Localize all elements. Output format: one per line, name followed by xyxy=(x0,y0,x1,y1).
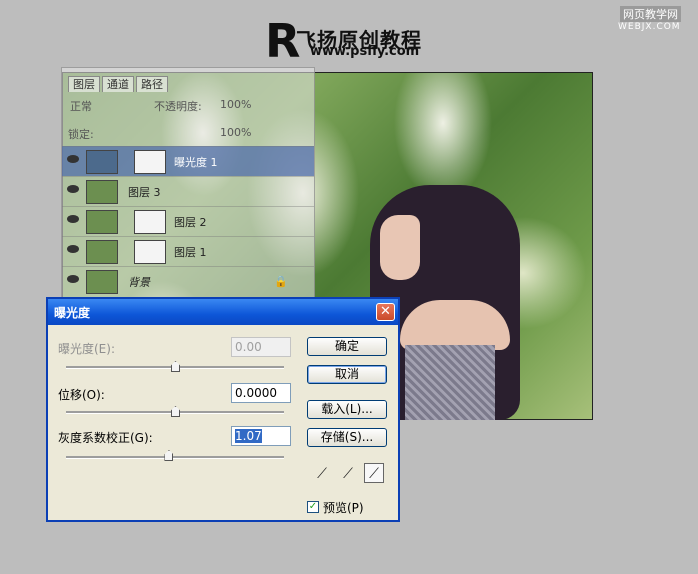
dialog-title: 曝光度 xyxy=(54,306,91,320)
close-icon: ✕ xyxy=(380,304,391,319)
exposure-field[interactable] xyxy=(231,337,291,357)
ok-button[interactable]: 确定 xyxy=(307,337,387,356)
lock-label: 锁定: xyxy=(68,128,94,141)
fill-input[interactable]: 100% xyxy=(220,126,251,139)
eye-icon[interactable] xyxy=(67,245,79,253)
watermark-bottom: WEBJX.COM xyxy=(618,22,681,32)
blend-mode-select[interactable]: 正常 xyxy=(70,98,92,114)
tab-channels[interactable]: 通道 xyxy=(102,76,134,92)
layer-name: 图层 2 xyxy=(174,216,207,229)
layer-name: 背景 xyxy=(128,276,150,289)
exposure-label: 曝光度(E): xyxy=(58,342,115,356)
exposure-slider-thumb[interactable] xyxy=(171,361,180,372)
gamma-label: 灰度系数校正(G): xyxy=(58,431,153,445)
preview-label: 预览(P) xyxy=(323,501,364,515)
watermark-top: 网页教学网 xyxy=(620,6,681,22)
exposure-dialog: 曝光度 ✕ 曝光度(E): 位移(O): 灰度系数校正(G): 1.07 确定 … xyxy=(46,297,400,522)
layer-mask-thumbnail xyxy=(134,240,166,264)
gray-point-eyedropper-icon[interactable]: ⟋ xyxy=(338,464,358,484)
gamma-value: 1.07 xyxy=(235,429,262,443)
eye-icon[interactable] xyxy=(67,275,79,283)
offset-field[interactable] xyxy=(231,383,291,403)
gamma-slider-thumb[interactable] xyxy=(164,450,174,461)
layer-row-exposure[interactable]: 曝光度 1 xyxy=(62,146,314,176)
cancel-button[interactable]: 取消 xyxy=(307,365,387,384)
preview-checkbox[interactable]: ✓ xyxy=(307,501,319,513)
photo-girl-face xyxy=(380,215,420,280)
adjustment-thumbnail xyxy=(86,150,118,174)
layer-row-background[interactable]: 背景 🔒 xyxy=(62,266,314,296)
photo-girl-shoulder xyxy=(400,300,510,350)
gamma-field[interactable]: 1.07 xyxy=(231,426,291,446)
tab-paths[interactable]: 路径 xyxy=(136,76,168,92)
layer-thumbnail xyxy=(86,270,118,294)
layer-thumbnail xyxy=(86,240,118,264)
photo-girl-dress xyxy=(405,345,495,420)
layer-name: 图层 1 xyxy=(174,246,207,259)
layer-mask-thumbnail xyxy=(134,150,166,174)
layers-tabs: 图层 通道 路径 xyxy=(68,76,170,92)
layer-mask-thumbnail xyxy=(134,210,166,234)
layer-thumbnail xyxy=(86,180,118,204)
layer-name: 图层 3 xyxy=(128,186,161,199)
lock-icon: 🔒 xyxy=(274,275,288,288)
dialog-titlebar[interactable]: 曝光度 ✕ xyxy=(48,299,398,325)
black-point-eyedropper-icon[interactable]: ⟋ xyxy=(312,464,332,484)
offset-slider-thumb[interactable] xyxy=(171,406,180,417)
offset-label: 位移(O): xyxy=(58,388,105,402)
white-point-eyedropper-icon[interactable]: ⟋ xyxy=(364,463,384,483)
layer-row-3[interactable]: 图层 3 xyxy=(62,176,314,206)
opacity-input[interactable]: 100% xyxy=(220,98,251,111)
tab-layers[interactable]: 图层 xyxy=(68,76,100,92)
layer-row-1[interactable]: 图层 1 xyxy=(62,236,314,266)
gamma-slider-track xyxy=(66,456,284,459)
eye-icon[interactable] xyxy=(67,215,79,223)
opacity-label: 不透明度: xyxy=(154,100,202,113)
site-url: www.psfly.com xyxy=(310,44,420,59)
close-button[interactable]: ✕ xyxy=(376,303,395,321)
layer-thumbnail xyxy=(86,210,118,234)
save-button[interactable]: 存储(S)... xyxy=(307,428,387,447)
load-button[interactable]: 载入(L)... xyxy=(307,400,387,419)
eye-icon[interactable] xyxy=(67,185,79,193)
layer-name: 曝光度 1 xyxy=(174,156,218,169)
layer-row-2[interactable]: 图层 2 xyxy=(62,206,314,236)
eye-icon[interactable] xyxy=(67,155,79,163)
